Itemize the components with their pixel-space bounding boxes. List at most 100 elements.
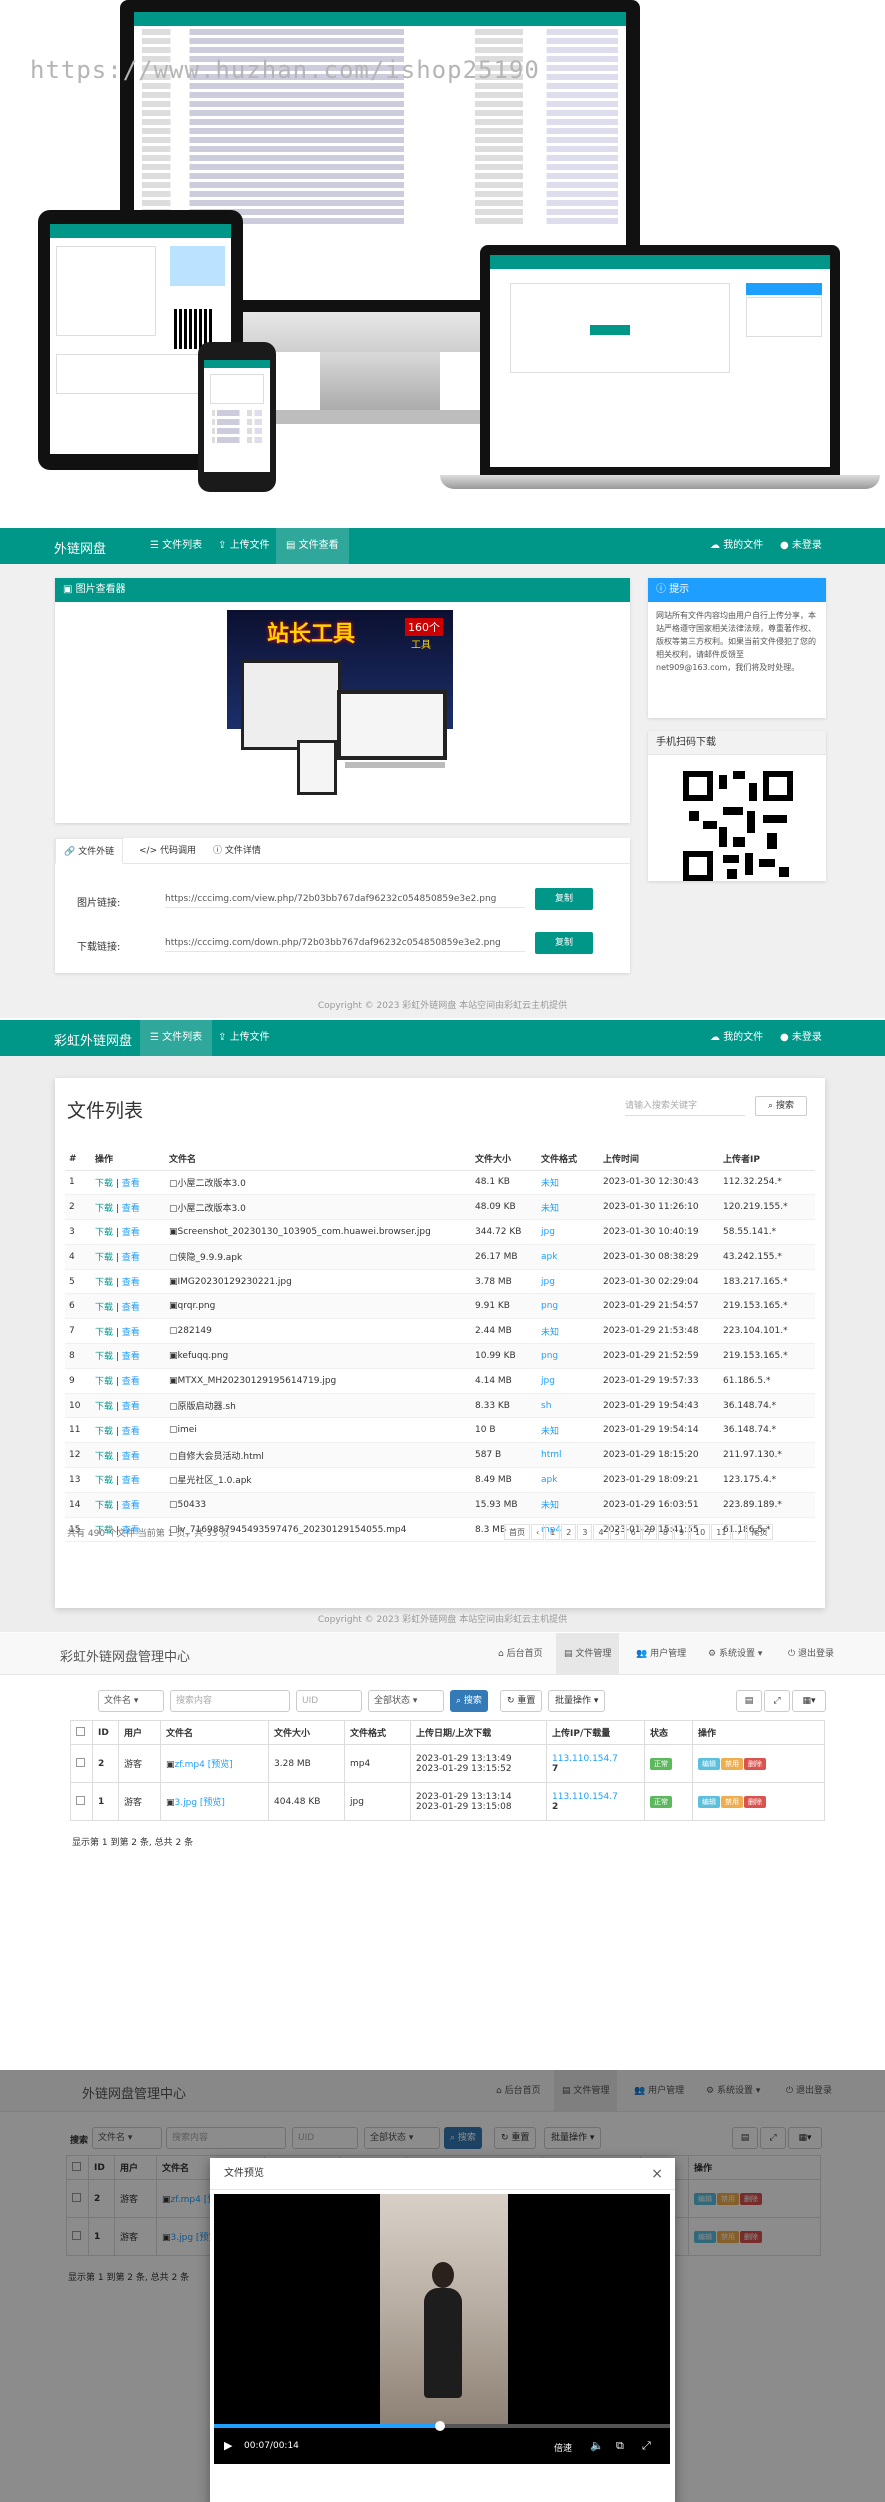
preview-link[interactable]: [预览] <box>200 1798 225 1808</box>
disable-button[interactable]: 禁用 <box>721 1795 743 1808</box>
edit-button[interactable]: 编辑 <box>698 1757 720 1770</box>
play-icon[interactable]: ▶ <box>224 2439 232 2452</box>
copy-download-link-button[interactable]: 复制 <box>535 932 593 954</box>
nav-upload[interactable]: ⇪ 上传文件 <box>208 528 280 564</box>
list-view-icon[interactable]: ▤ <box>736 1690 762 1712</box>
tab-file-link[interactable]: 🔗 文件外链 <box>55 838 124 864</box>
view-link[interactable]: 查看 <box>122 1303 140 1313</box>
nav-file-list[interactable]: ☰ 文件列表 <box>140 1020 213 1056</box>
view-link[interactable]: 查看 <box>122 1476 140 1486</box>
view-link[interactable]: 查看 <box>122 1352 140 1362</box>
page-button[interactable]: › <box>732 1524 746 1540</box>
view-link[interactable]: 查看 <box>122 1278 140 1288</box>
row-filename[interactable]: ▣MTXX_MH20230129195614719.jpg <box>165 1368 471 1394</box>
download-link[interactable]: 下载 <box>95 1377 113 1387</box>
page-button[interactable]: 首页 <box>504 1524 530 1540</box>
nav-my-files[interactable]: ☁ 我的文件 <box>700 528 773 564</box>
row-filename[interactable]: ▢282149 <box>165 1318 471 1345</box>
download-link[interactable]: 下载 <box>95 1328 113 1338</box>
download-link-field[interactable]: https://cccimg.com/down.php/72b03bb767da… <box>165 938 525 952</box>
preview-image[interactable]: 站长工具 160个 工具 <box>227 610 453 808</box>
brand-logo[interactable]: 外链网盘 <box>54 538 106 557</box>
page-button[interactable]: 3 <box>577 1524 593 1540</box>
tab-code[interactable]: </> 代码调用 <box>131 838 204 864</box>
close-icon[interactable]: × <box>651 2166 663 2182</box>
row-filename[interactable]: ▢侠隐_9.9.9.apk <box>165 1244 471 1270</box>
disable-button[interactable]: 禁用 <box>721 1757 743 1770</box>
view-link[interactable]: 查看 <box>122 1179 140 1189</box>
file-link[interactable]: zf.mp4 <box>175 1760 205 1770</box>
download-link[interactable]: 下载 <box>95 1402 113 1412</box>
preview-link[interactable]: [预览] <box>208 1760 233 1770</box>
batch-ops-button[interactable]: 批量操作 ▾ <box>548 1690 606 1712</box>
copy-image-link-button[interactable]: 复制 <box>535 888 593 910</box>
view-link[interactable]: 查看 <box>122 1402 140 1412</box>
volume-icon[interactable]: 🔈 <box>590 2439 604 2452</box>
admin-nav-logout[interactable]: ⏻ 退出登录 <box>780 1633 842 1675</box>
nav-upload[interactable]: ⇪ 上传文件 <box>208 1020 280 1056</box>
row-filename[interactable]: ▢星光社区_1.0.apk <box>165 1467 471 1493</box>
image-link-field[interactable]: https://cccimg.com/view.php/72b03bb767da… <box>165 894 525 908</box>
row-filename[interactable]: ▢原版启动器.sh <box>165 1393 471 1419</box>
view-link[interactable]: 查看 <box>122 1328 140 1338</box>
download-link[interactable]: 下载 <box>95 1179 113 1189</box>
fullscreen-icon[interactable]: ⤢ <box>764 1690 790 1712</box>
filter-field-select[interactable]: 文件名 ▾ <box>98 1690 164 1712</box>
download-link[interactable]: 下载 <box>95 1501 113 1511</box>
ip-link[interactable]: 113.110.154.7 <box>552 1792 644 1802</box>
page-button[interactable]: 10 <box>690 1524 711 1540</box>
row-filename[interactable]: ▣kefuqq.png <box>165 1343 471 1369</box>
pip-icon[interactable]: ⧉ <box>616 2439 624 2453</box>
row-filename[interactable]: ▣IMG20230129230221.jpg <box>165 1269 471 1295</box>
fullscreen-icon[interactable]: ⤢ <box>642 2439 651 2453</box>
video-player[interactable] <box>214 2194 670 2424</box>
download-link[interactable]: 下载 <box>95 1278 113 1288</box>
delete-button[interactable]: 删除 <box>744 1757 766 1770</box>
search-button[interactable]: ⌕ 搜索 <box>755 1096 807 1116</box>
reset-button[interactable]: ↻ 重置 <box>500 1690 543 1712</box>
page-button[interactable]: 2 <box>561 1524 577 1540</box>
page-button[interactable]: ‹ <box>531 1524 545 1540</box>
row-filename[interactable]: ▢自修大会员活动.html <box>165 1442 471 1469</box>
nav-login[interactable]: ● 未登录 <box>770 1020 832 1056</box>
page-button[interactable]: 尾页 <box>746 1524 773 1540</box>
row-checkbox[interactable] <box>76 1795 85 1805</box>
columns-icon[interactable]: ▦▾ <box>792 1690 826 1712</box>
download-link[interactable]: 下载 <box>95 1204 113 1214</box>
progress-handle[interactable] <box>435 2421 445 2431</box>
nav-file-list[interactable]: ☰ 文件列表 <box>140 528 212 564</box>
admin-nav-settings[interactable]: ⚙ 系统设置 ▾ <box>700 1633 770 1675</box>
page-button[interactable]: 4 <box>593 1524 609 1540</box>
page-button[interactable]: 7 <box>641 1524 657 1540</box>
download-link[interactable]: 下载 <box>95 1228 113 1238</box>
delete-button[interactable]: 删除 <box>744 1795 766 1808</box>
admin-search-input[interactable]: 搜索内容 <box>170 1690 290 1712</box>
view-link[interactable]: 查看 <box>122 1204 140 1214</box>
page-button[interactable]: 6 <box>625 1524 641 1540</box>
row-file[interactable]: ▣3.jpg [预览] <box>160 1782 269 1821</box>
row-filename[interactable]: ▣Screenshot_20230130_103905_com.huawei.b… <box>165 1219 471 1245</box>
download-link[interactable]: 下载 <box>95 1427 113 1437</box>
page-button[interactable]: 11 <box>711 1524 732 1540</box>
download-link[interactable]: 下载 <box>95 1303 113 1313</box>
speed-button[interactable]: 倍速 <box>554 2441 572 2454</box>
view-link[interactable]: 查看 <box>122 1228 140 1238</box>
page-button[interactable]: 9 <box>673 1524 690 1540</box>
admin-brand[interactable]: 彩虹外链网盘管理中心 <box>60 1646 190 1665</box>
row-filename[interactable]: ▢小屋二改版本3.0 <box>165 1170 471 1196</box>
edit-button[interactable]: 编辑 <box>698 1795 720 1808</box>
view-link[interactable]: 查看 <box>122 1452 140 1462</box>
view-link[interactable]: 查看 <box>122 1253 140 1263</box>
download-link[interactable]: 下载 <box>95 1476 113 1486</box>
download-link[interactable]: 下载 <box>95 1352 113 1362</box>
tab-file-detail[interactable]: ⓘ 文件详情 <box>205 838 269 864</box>
admin-nav-files[interactable]: ▤ 文件管理 <box>556 1633 620 1675</box>
select-all-checkbox[interactable] <box>76 1726 85 1736</box>
row-filename[interactable]: ▣qrqr.png <box>165 1293 471 1320</box>
nav-file-view[interactable]: ▤ 文件查看 <box>276 528 349 564</box>
view-link[interactable]: 查看 <box>122 1377 140 1387</box>
admin-nav-users[interactable]: 👥 用户管理 <box>628 1633 694 1675</box>
page-button[interactable]: 8 <box>657 1524 673 1540</box>
row-filename[interactable]: ▢imei <box>165 1417 471 1444</box>
ip-link[interactable]: 113.110.154.7 <box>552 1754 644 1764</box>
